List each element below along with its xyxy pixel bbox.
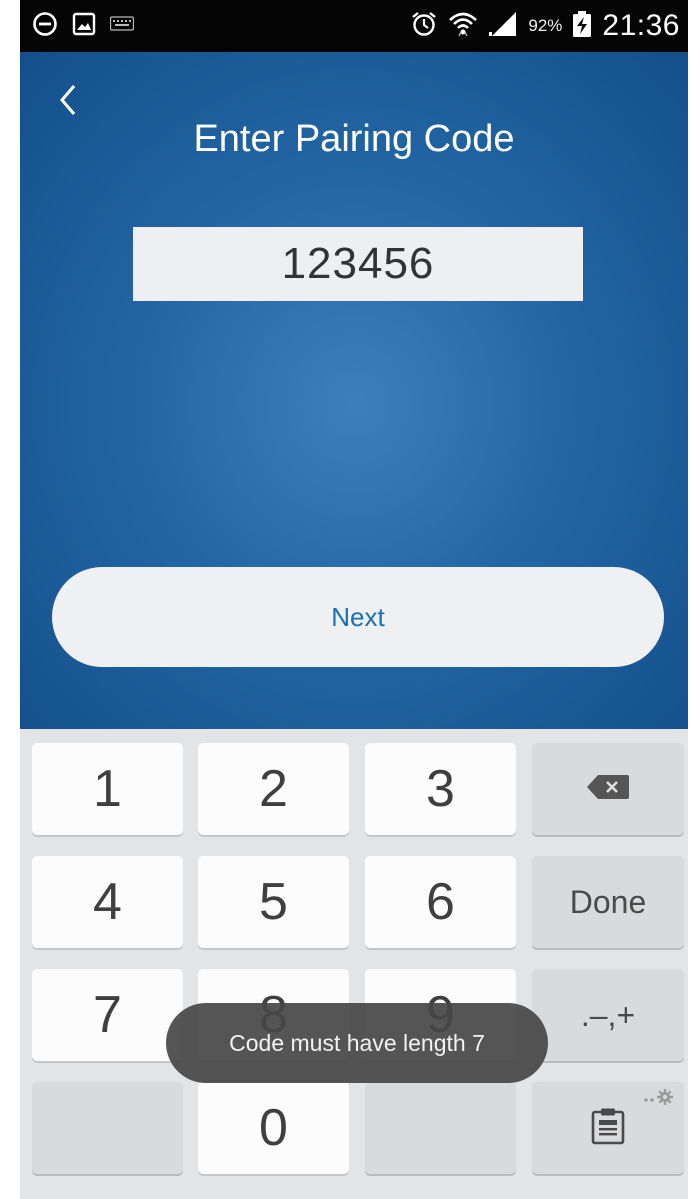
image-notification-icon xyxy=(72,12,96,41)
signal-icon xyxy=(488,10,518,43)
key-label: 5 xyxy=(259,873,288,931)
key-label: 7 xyxy=(93,986,122,1044)
empty-key-left xyxy=(32,1082,183,1174)
phone-screen: 92% 21:36 Enter Pairing Code Next 1 2 3 xyxy=(20,0,688,1199)
toast-message: Code must have length 7 xyxy=(229,1029,485,1056)
done-key[interactable]: Done xyxy=(532,856,684,948)
clipboard-key[interactable] xyxy=(532,1082,684,1174)
key-label: 4 xyxy=(93,873,122,931)
page-title: Enter Pairing Code xyxy=(193,118,515,160)
do-not-disturb-icon xyxy=(32,11,58,42)
keyboard-settings-hint xyxy=(644,1088,674,1111)
alarm-icon xyxy=(410,10,438,43)
chevron-left-icon xyxy=(57,82,79,123)
key-label: 1 xyxy=(93,760,122,818)
next-button[interactable]: Next xyxy=(52,567,664,667)
gear-icon xyxy=(656,1088,674,1111)
error-toast: Code must have length 7 xyxy=(166,1003,548,1083)
battery-percent: 92% xyxy=(528,16,563,35)
punctuation-key[interactable]: .–,+ xyxy=(532,969,684,1061)
status-bar: 92% 21:36 xyxy=(20,0,688,52)
key-label: 0 xyxy=(259,1099,288,1157)
key-5[interactable]: 5 xyxy=(198,856,349,948)
done-key-label: Done xyxy=(569,883,647,920)
key-1[interactable]: 1 xyxy=(32,743,183,835)
punctuation-key-label: .–,+ xyxy=(580,996,636,1033)
pairing-screen: Enter Pairing Code Next xyxy=(20,52,688,729)
status-bar-right-icons: 92% 21:36 xyxy=(410,8,680,44)
key-label: 3 xyxy=(426,760,455,818)
keyboard-icon xyxy=(109,15,135,37)
key-4[interactable]: 4 xyxy=(32,856,183,948)
pairing-code-input[interactable] xyxy=(133,227,583,301)
clock-time: 21:36 xyxy=(602,9,680,42)
battery-charging-icon xyxy=(572,10,592,43)
backspace-icon xyxy=(586,774,630,805)
key-3[interactable]: 3 xyxy=(365,743,516,835)
key-2[interactable]: 2 xyxy=(198,743,349,835)
status-bar-left-icons xyxy=(32,10,135,42)
key-label: 2 xyxy=(259,760,288,818)
numeric-keyboard: 1 2 3 4 5 6 Done 7 8 9 .–,+ 0 xyxy=(20,729,688,1199)
wifi-icon xyxy=(448,10,478,43)
key-label: 6 xyxy=(426,873,455,931)
clipboard-icon xyxy=(591,1107,625,1150)
key-7[interactable]: 7 xyxy=(32,969,183,1061)
key-0[interactable]: 0 xyxy=(198,1082,349,1174)
key-6[interactable]: 6 xyxy=(365,856,516,948)
empty-key-right xyxy=(365,1082,516,1174)
next-button-label: Next xyxy=(331,601,385,632)
backspace-key[interactable] xyxy=(532,743,684,835)
